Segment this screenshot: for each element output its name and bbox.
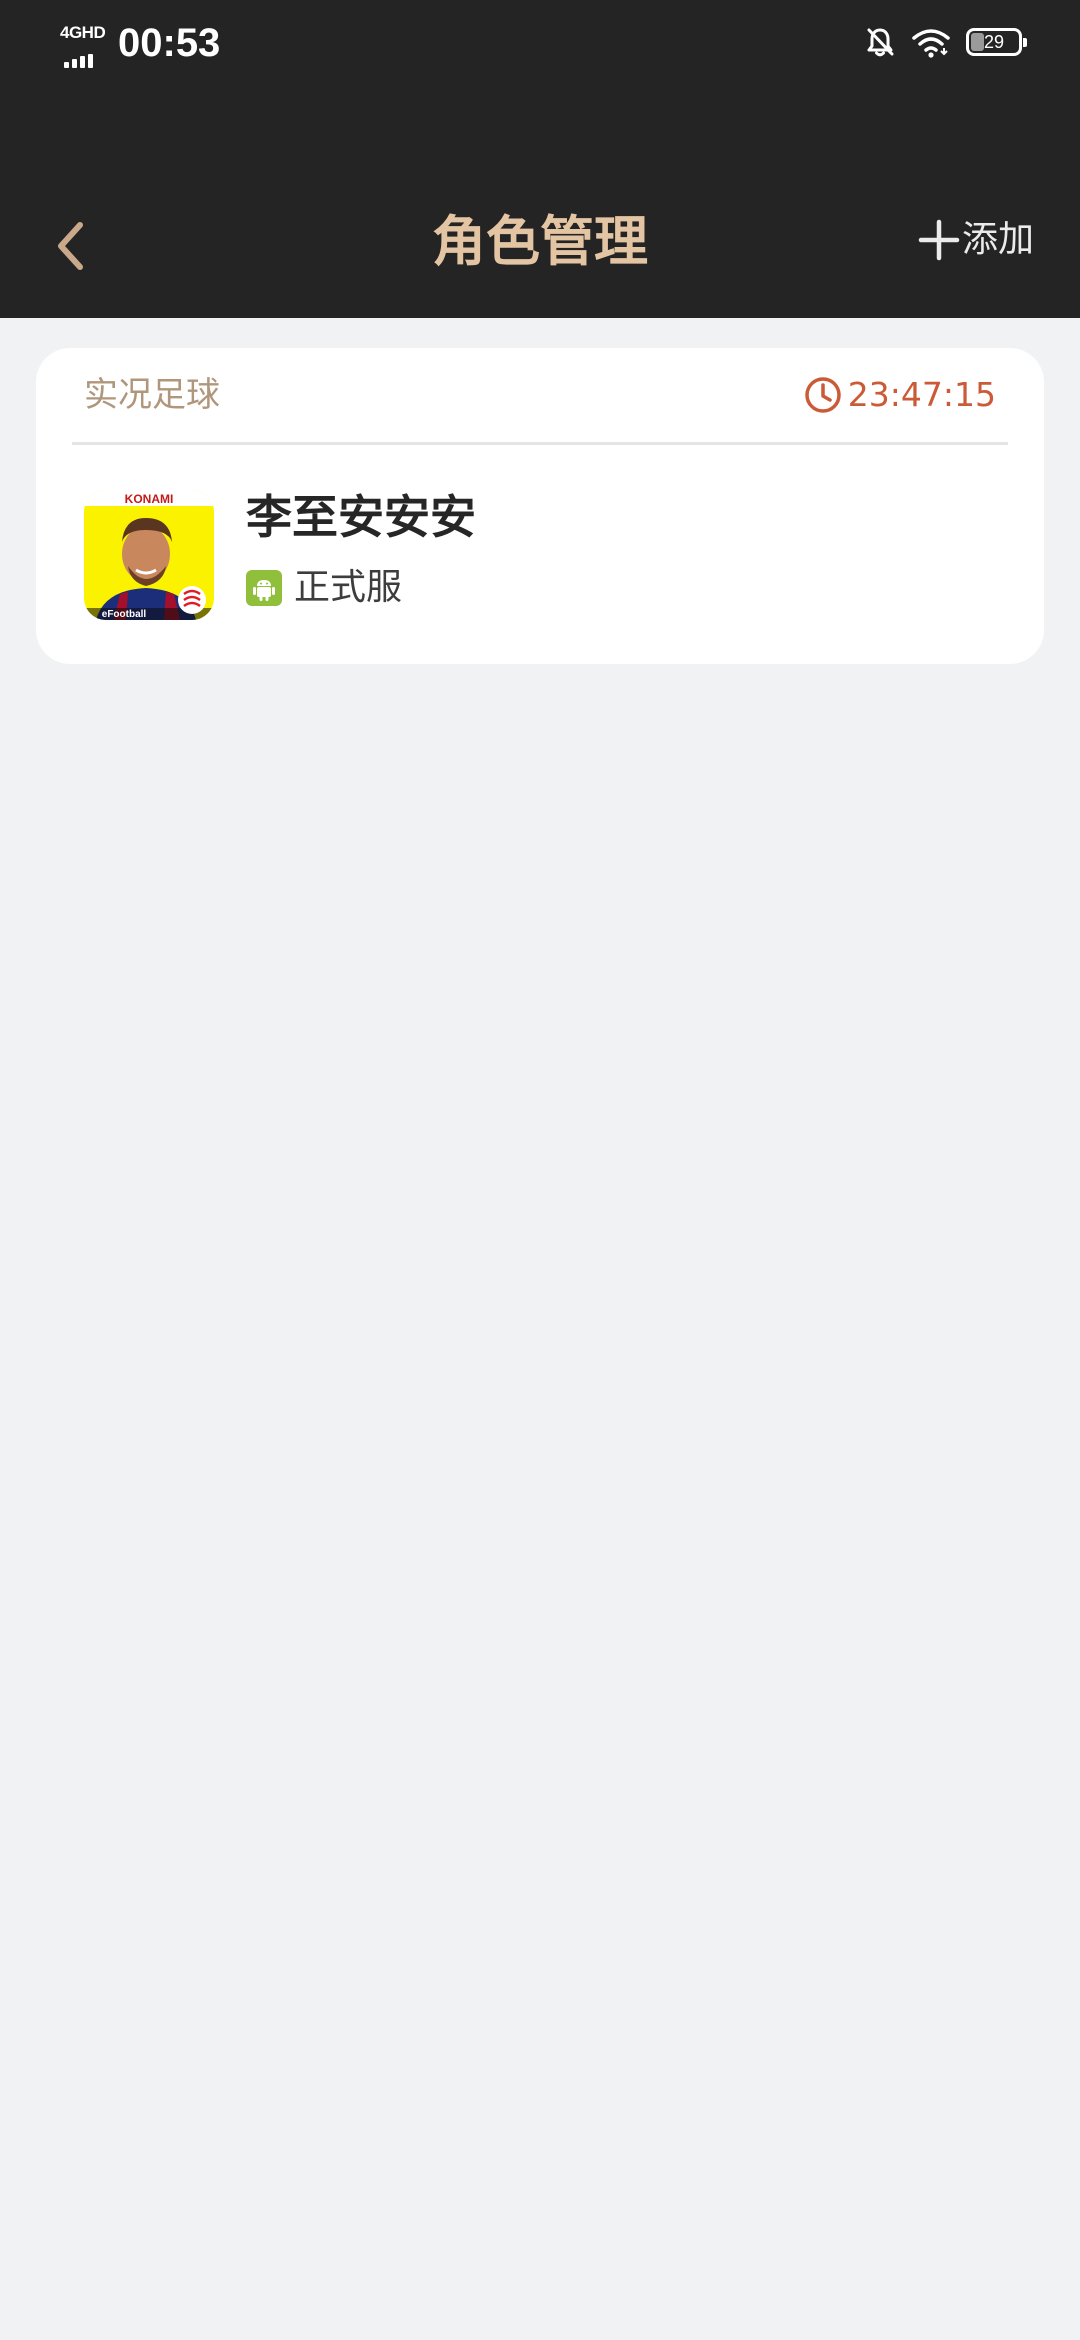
card-header: 实况足球 23:47:15 (72, 348, 1008, 445)
add-button-label: 添加 (961, 219, 1034, 260)
battery-level: 29 (983, 32, 1005, 52)
wifi-icon (912, 29, 950, 58)
game-icon: KONAMI eFootball (84, 490, 214, 620)
app-header: 4GHD 00:53 29 角色管理 添加 (0, 0, 1080, 318)
battery-icon: 29 (966, 28, 1027, 56)
status-bar: 4GHD 00:53 29 (0, 0, 1080, 86)
countdown: 23:47:15 (804, 370, 996, 420)
role-card[interactable]: 实况足球 23:47:15 KONAMI eFootball 李至安安安 正式服 (36, 348, 1044, 664)
game-icon-footer: eFootball (102, 609, 147, 620)
network-type: 4GHD (60, 23, 106, 42)
plus-icon (918, 219, 960, 261)
status-time: 00:53 (118, 21, 221, 65)
server-info: 正式服 (246, 560, 402, 616)
bell-off-icon (867, 28, 894, 57)
status-icons: 29 (864, 22, 1027, 62)
signal-icon: 4GHD (60, 23, 106, 68)
add-button[interactable]: 添加 (918, 208, 1034, 272)
game-name: 实况足球 (84, 375, 220, 415)
countdown-time: 23:47:15 (847, 375, 996, 414)
role-name: 李至安安安 (246, 490, 476, 544)
server-label: 正式服 (294, 567, 403, 608)
clock-icon (805, 377, 841, 413)
android-icon (246, 570, 282, 606)
game-icon-brand: KONAMI (125, 492, 174, 506)
